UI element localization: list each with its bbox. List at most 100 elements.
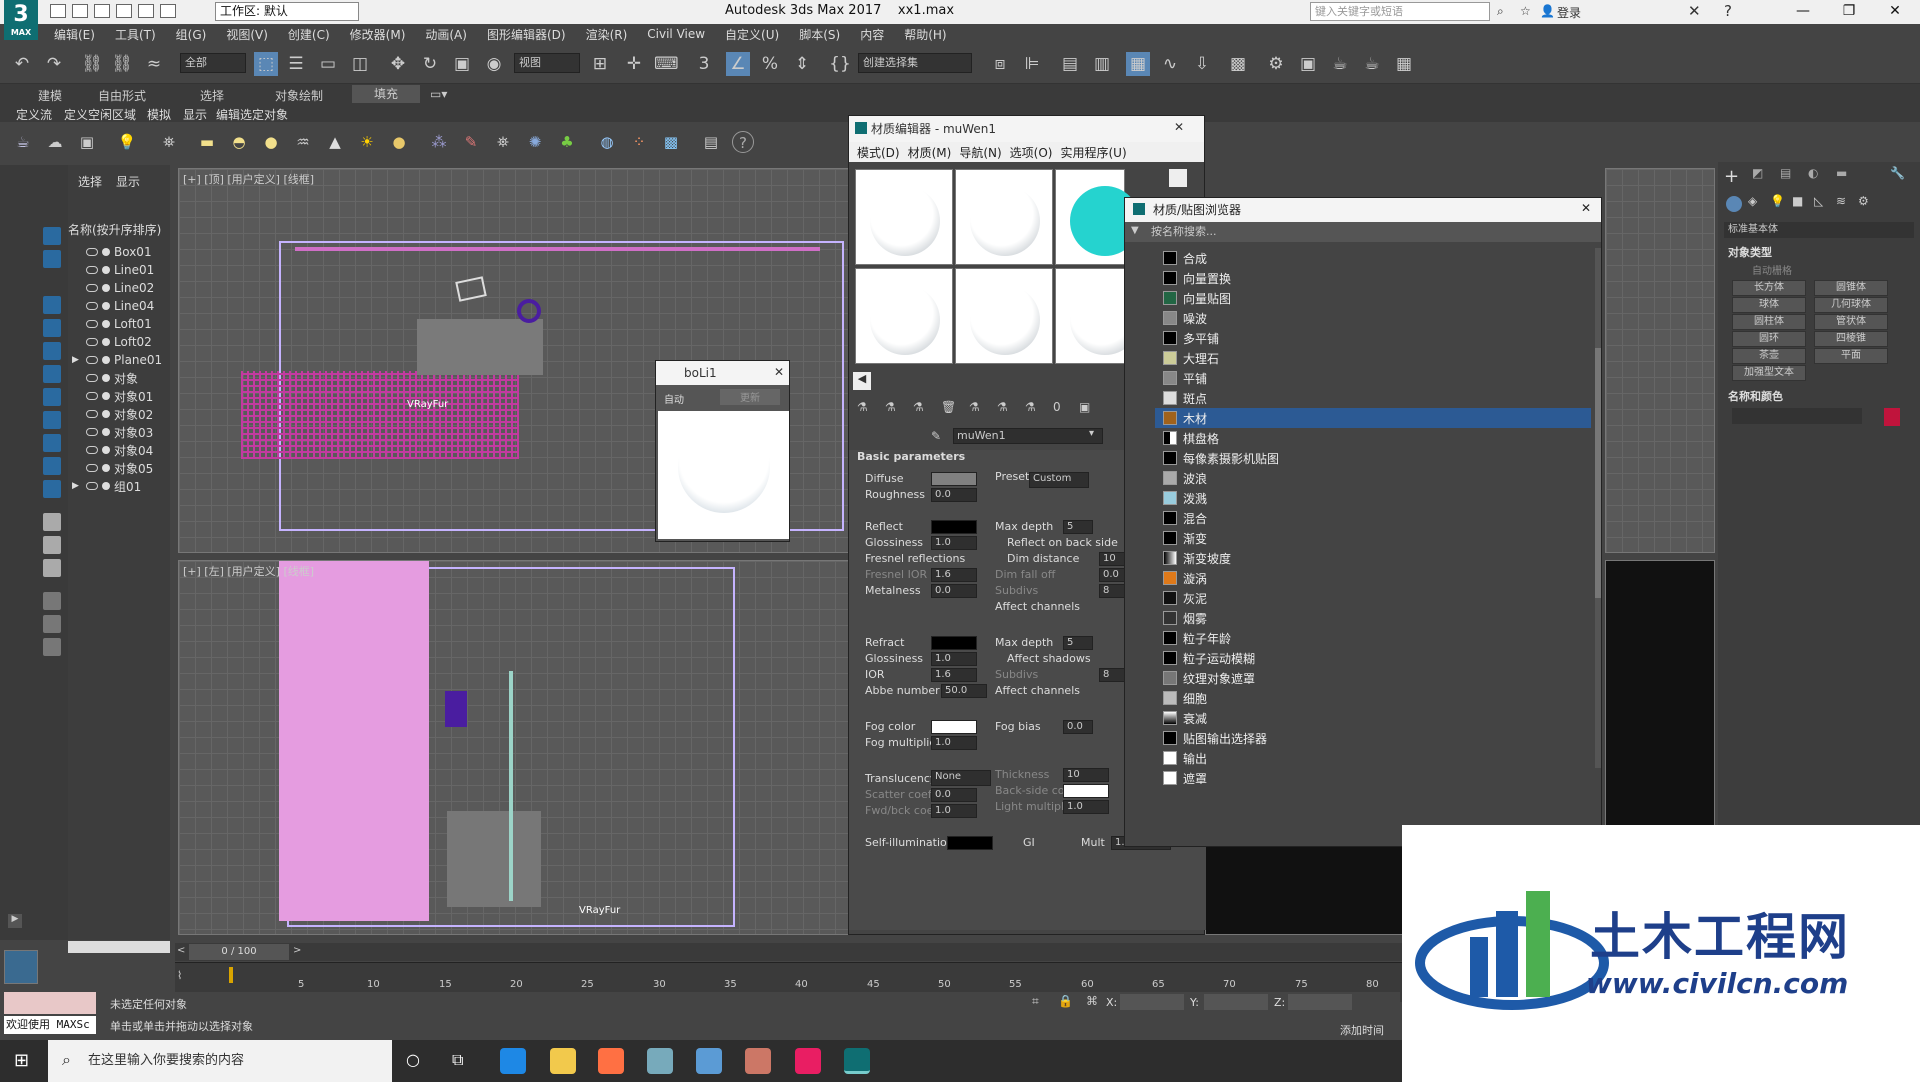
help-icon[interactable]: ? — [1724, 2, 1732, 20]
auto-checkbox[interactable]: 自动 — [664, 391, 684, 406]
invert-display-icon[interactable] — [43, 559, 61, 577]
cortana-icon[interactable]: ○ — [406, 1050, 420, 1069]
sphere-button[interactable]: 球体 — [1732, 297, 1806, 313]
undo-icon[interactable]: ↶ — [10, 52, 34, 76]
unique-icon[interactable]: ⚗ — [997, 400, 1008, 414]
list-item[interactable]: 贴图输出选择器 — [1155, 728, 1591, 748]
list-item[interactable]: 对象03 — [68, 423, 170, 441]
close-icon[interactable]: ✕ — [1174, 120, 1184, 134]
lights-icon[interactable]: 💡 — [1770, 194, 1785, 208]
tube-button[interactable]: 管状体 — [1814, 314, 1888, 330]
filter-spacewarps-icon[interactable] — [43, 342, 61, 360]
metalness-spinner[interactable]: 0.0 — [931, 584, 977, 598]
isolate-icon[interactable]: ⌗ — [1032, 994, 1039, 1009]
mirror-icon[interactable]: ⧈ — [988, 52, 1012, 76]
filter-containers-icon[interactable] — [43, 434, 61, 452]
sun-icon[interactable]: ☀ — [356, 131, 378, 153]
material-slot[interactable] — [955, 268, 1053, 364]
plane-button[interactable]: 平面 — [1814, 348, 1888, 364]
expand-panel-icon[interactable]: ▶ — [8, 914, 22, 928]
close-icon[interactable]: ✕ — [1581, 201, 1591, 215]
list-item[interactable]: 对象02 — [68, 405, 170, 423]
glossiness-spinner[interactable]: 1.0 — [931, 652, 977, 666]
render-iterative-icon[interactable]: ☕ — [1360, 52, 1384, 76]
render-elements-icon[interactable]: ▩ — [660, 131, 682, 153]
list-item[interactable]: 合成 — [1155, 248, 1591, 268]
file-explorer-icon[interactable] — [550, 1048, 576, 1074]
open-file-icon[interactable] — [72, 4, 88, 18]
light-mult-spinner[interactable]: 1.0 — [1063, 800, 1109, 814]
place-icon[interactable]: ◉ — [482, 52, 506, 76]
copy-icon[interactable]: ⚗ — [969, 400, 980, 414]
save-icon[interactable] — [94, 4, 110, 18]
percent-snap-icon[interactable]: % — [758, 52, 782, 76]
abbe-checkbox[interactable]: Abbe number — [865, 684, 940, 697]
effect-channel-icon[interactable]: 0 — [1053, 400, 1061, 414]
vertical-scrollbar[interactable] — [1595, 248, 1601, 768]
x-coordinate-field[interactable] — [1120, 994, 1184, 1010]
menu-item[interactable]: 自定义(U) — [725, 26, 779, 43]
app-icon[interactable] — [795, 1048, 821, 1074]
list-item[interactable]: 大理石 — [1155, 348, 1591, 368]
max-depth-spinner[interactable]: 5 — [1063, 520, 1093, 534]
list-item[interactable]: Box01 — [68, 243, 170, 261]
filter-geometry-icon[interactable] — [43, 227, 61, 245]
utilities-tab-icon[interactable]: 🔧 — [1890, 166, 1905, 180]
list-item[interactable]: 灰泥 — [1155, 588, 1591, 608]
windows-start-icon[interactable]: ⊞ — [14, 1050, 29, 1071]
vray-sphere-icon[interactable]: ✺ — [524, 131, 546, 153]
light-icon[interactable]: 💡 — [116, 131, 138, 153]
list-item[interactable]: Loft01 — [68, 315, 170, 333]
globe-icon[interactable]: ◍ — [596, 131, 618, 153]
sphere-icon[interactable]: ● — [260, 131, 282, 153]
list-item[interactable]: 粒子运动模糊 — [1155, 648, 1591, 668]
refract-swatch[interactable] — [931, 636, 977, 650]
time-slider-thumb[interactable]: 0 / 100 — [189, 944, 289, 960]
teapot-button[interactable]: 茶壶 — [1732, 348, 1806, 364]
angle-snap-icon[interactable]: ∠ — [726, 52, 750, 76]
list-item[interactable]: Line04 — [68, 297, 170, 315]
time-slider[interactable]: < 0 / 100 > — [175, 943, 1405, 961]
geometry-icon[interactable] — [1726, 196, 1742, 212]
hierarchy-tab-icon[interactable]: ▤ — [1780, 166, 1791, 180]
close-icon[interactable]: ✕ — [1872, 0, 1918, 24]
menu-item[interactable]: 编辑(E) — [54, 26, 95, 43]
material-slot[interactable] — [1055, 268, 1140, 364]
filter-hidden-icon[interactable] — [43, 480, 61, 498]
subtab-display[interactable]: 显示 — [183, 106, 207, 123]
redo-icon[interactable]: ↷ — [42, 52, 66, 76]
list-item[interactable]: Loft02 — [68, 333, 170, 351]
tab-freeform[interactable]: 自由形式 — [98, 87, 146, 104]
abbe-spinner[interactable]: 50.0 — [941, 684, 987, 698]
filter-xrefs-icon[interactable] — [43, 388, 61, 406]
curve-editor-mini-icon[interactable]: ⌇ — [177, 969, 182, 982]
cloud-icon[interactable]: ☁ — [44, 131, 66, 153]
list-item[interactable]: Line01 — [68, 261, 170, 279]
scale-icon[interactable]: ▣ — [450, 52, 474, 76]
menu-item[interactable]: 动画(A) — [425, 26, 467, 43]
firefox-icon[interactable] — [598, 1048, 624, 1074]
list-item[interactable]: 烟雾 — [1155, 608, 1591, 628]
self-illum-swatch[interactable] — [947, 836, 993, 850]
menu-item[interactable]: 图形编辑器(D) — [487, 26, 566, 43]
visibility-icon[interactable] — [86, 356, 98, 364]
fresnel-checkbox[interactable]: Fresnel reflections — [865, 552, 965, 565]
visibility-icon[interactable] — [86, 410, 98, 418]
pyramid-button[interactable]: 四棱锥 — [1814, 331, 1888, 347]
menu-utilities[interactable]: 实用程序(U) — [1060, 144, 1126, 161]
menu-item[interactable]: 修改器(M) — [350, 26, 406, 43]
reflect-back-checkbox[interactable]: Reflect on back side — [1007, 536, 1118, 549]
ior-spinner[interactable]: 1.6 — [931, 668, 977, 682]
subtab-edit-selected[interactable]: 编辑选定对象 — [216, 106, 288, 123]
curve-editor-icon[interactable]: ∿ — [1158, 52, 1182, 76]
get-material-icon[interactable]: ⚗ — [857, 400, 868, 414]
max-depth-spinner[interactable]: 5 — [1063, 636, 1093, 650]
tab-select[interactable]: 选择 — [78, 173, 102, 190]
prev-frame-icon[interactable]: < — [177, 945, 185, 956]
sky-icon[interactable]: ● — [388, 131, 410, 153]
list-item[interactable]: 噪波 — [1155, 308, 1591, 328]
move-icon[interactable]: ✥ — [386, 52, 410, 76]
teapot-icon[interactable]: ☕ — [12, 131, 34, 153]
text-plus-button[interactable]: 加强型文本 — [1732, 365, 1806, 381]
list-item[interactable]: 每像素摄影机贴图 — [1155, 448, 1591, 468]
